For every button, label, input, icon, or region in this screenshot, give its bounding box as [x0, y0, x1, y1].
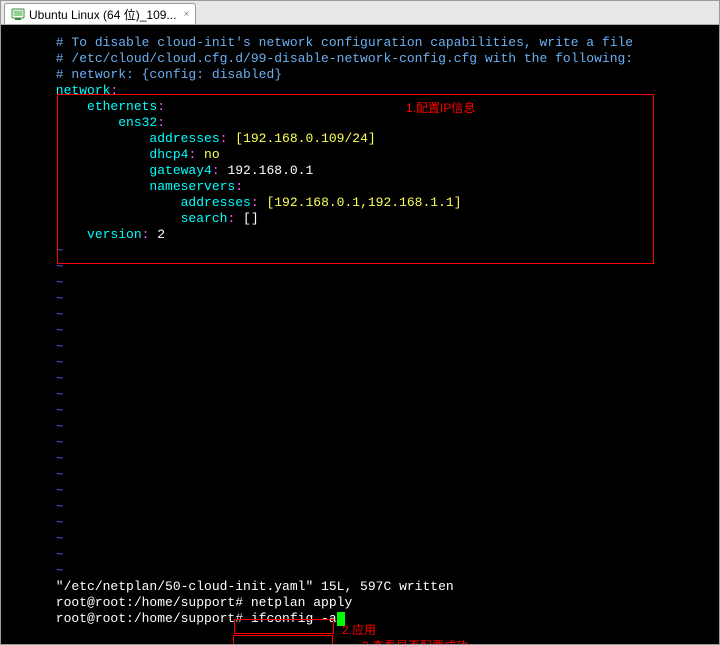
vim-tilde: ~: [9, 531, 64, 546]
tab-ubuntu[interactable]: Ubuntu Linux (64 位)_109... ×: [4, 3, 196, 24]
vim-tilde: ~: [9, 387, 64, 402]
highlight-box-ifconfig: [233, 635, 333, 644]
vim-tilde: ~: [9, 275, 64, 290]
vim-tilde: ~: [9, 291, 64, 306]
shell-prompt: root@root:/home/support#: [9, 595, 251, 610]
vim-tilde: ~: [9, 243, 64, 258]
vim-status: "/etc/netplan/50-cloud-init.yaml" 15L, 5…: [9, 579, 454, 594]
comment-line: # /etc/cloud/cloud.cfg.d/99-disable-netw…: [9, 51, 633, 66]
yaml-key: dhcp4: [9, 147, 188, 162]
tab-close-icon[interactable]: ×: [183, 9, 189, 20]
vim-tilde: ~: [9, 371, 64, 386]
vim-tilde: ~: [9, 547, 64, 562]
annotation-3: 3.查看是否配置成功: [362, 638, 468, 644]
yaml-value: 192.168.0.1: [220, 163, 314, 178]
vim-tilde: ~: [9, 435, 64, 450]
shell-prompt: root@root:/home/support#: [9, 611, 251, 626]
vim-tilde: ~: [9, 451, 64, 466]
yaml-key: search: [9, 211, 227, 226]
command: netplan apply: [251, 595, 352, 610]
yaml-value: []: [235, 211, 258, 226]
vim-tilde: ~: [9, 323, 64, 338]
tab-bar: Ubuntu Linux (64 位)_109... ×: [1, 1, 719, 25]
tab-label: Ubuntu Linux (64 位)_109...: [29, 6, 176, 23]
vim-tilde: ~: [9, 419, 64, 434]
comment-line: # To disable cloud-init's network config…: [9, 35, 633, 50]
vim-tilde: ~: [9, 515, 64, 530]
annotation-1: 1.配置IP信息: [406, 100, 475, 116]
yaml-value: [192.168.0.1,192.168.1.1]: [259, 195, 462, 210]
yaml-key: gateway4: [9, 163, 212, 178]
vim-tilde: ~: [9, 483, 64, 498]
vim-tilde: ~: [9, 259, 64, 274]
terminal[interactable]: # To disable cloud-init's network config…: [1, 25, 719, 644]
yaml-key: network: [9, 83, 110, 98]
vim-tilde: ~: [9, 403, 64, 418]
command: ifconfig -a: [251, 611, 337, 626]
vim-tilde: ~: [9, 467, 64, 482]
comment-line: # network: {config: disabled}: [9, 67, 282, 82]
yaml-key: nameservers: [9, 179, 235, 194]
vim-tilde: ~: [9, 339, 64, 354]
yaml-key: ethernets: [9, 99, 157, 114]
yaml-key: addresses: [9, 195, 251, 210]
yaml-value: [192.168.0.109/24]: [227, 131, 375, 146]
yaml-key: ens32: [9, 115, 157, 130]
yaml-key: version: [9, 227, 142, 242]
annotation-2: 2.应用: [342, 622, 376, 638]
vim-tilde: ~: [9, 355, 64, 370]
vm-icon: [11, 7, 25, 21]
vim-tilde: ~: [9, 499, 64, 514]
yaml-value: no: [196, 147, 219, 162]
vim-tilde-area: ~ ~ ~ ~ ~ ~ ~ ~ ~ ~ ~ ~ ~ ~ ~ ~ ~ ~ ~ ~ …: [1, 243, 719, 579]
yaml-key: addresses: [9, 131, 220, 146]
vim-tilde: ~: [9, 307, 64, 322]
vim-tilde: ~: [9, 563, 64, 578]
yaml-value: 2: [149, 227, 165, 242]
